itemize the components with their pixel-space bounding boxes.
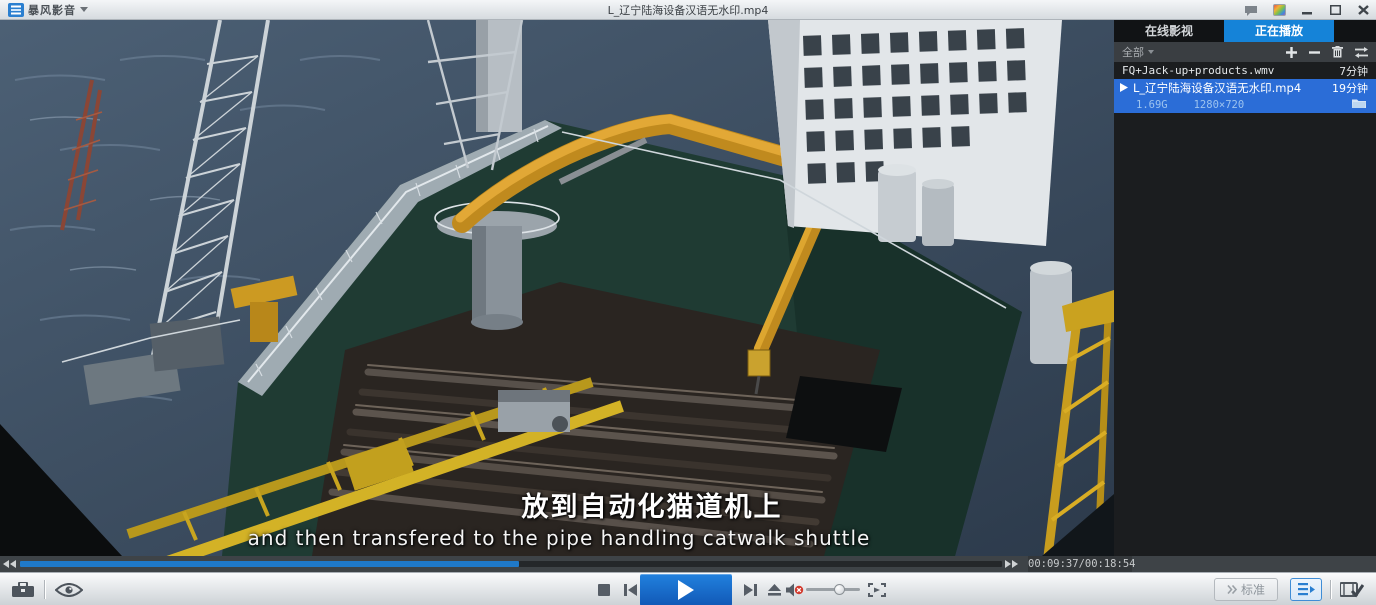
eye-mode-icon[interactable]: [52, 573, 86, 605]
titlebar: 暴风影音 L_辽宁陆海设备汉语无水印.mp4: [0, 0, 1376, 20]
playlist-sidebar: 在线影视 正在播放 全部: [1114, 20, 1376, 556]
window-title: L_辽宁陆海设备汉语无水印.mp4: [0, 2, 1376, 18]
time-display: 00:09:37/00:18:54: [1028, 556, 1132, 572]
sort-icon[interactable]: [1355, 47, 1368, 58]
app-name: 暴风影音: [28, 2, 76, 18]
app-logo-icon: [8, 3, 24, 17]
playlist-item-duration: 19分钟: [1332, 80, 1368, 96]
fast-forward-icon[interactable]: [1002, 560, 1020, 568]
next-button[interactable]: [738, 573, 762, 605]
playlist: FQ+Jack-up+products.wmv 7分钟 L_辽宁陆海设备汉语无水…: [1114, 62, 1376, 113]
remove-item-icon[interactable]: [1309, 47, 1320, 58]
feedback-icon[interactable]: [1242, 2, 1260, 18]
playlist-tools: [1286, 46, 1368, 58]
subtitle-english: and then transfered to the pipe handling…: [248, 526, 871, 550]
minimize-button[interactable]: [1298, 2, 1316, 18]
progress-row: 00:09:37/00:18:54: [0, 556, 1376, 572]
playlist-toolbar: 全部: [1114, 42, 1376, 62]
rewind-icon[interactable]: [0, 560, 18, 568]
now-playing-icon: [1120, 83, 1128, 92]
divider: [1330, 580, 1331, 599]
filter-dropdown[interactable]: 全部: [1122, 44, 1154, 60]
playlist-item-name: FQ+Jack-up+products.wmv: [1122, 64, 1274, 77]
skin-icon[interactable]: [1270, 2, 1288, 18]
mode-button[interactable]: 标准: [1214, 578, 1278, 601]
video-frame: [0, 20, 1114, 556]
media-check-icon[interactable]: [1336, 573, 1368, 605]
menu-caret-icon: [80, 7, 88, 12]
sidebar-tabs: 在线影视 正在播放: [1114, 20, 1376, 42]
divider: [44, 580, 45, 599]
filter-caret-icon: [1148, 50, 1154, 54]
close-button[interactable]: [1354, 2, 1372, 18]
playlist-item-current[interactable]: L_辽宁陆海设备汉语无水印.mp4 19分钟 1.69G 1280×720: [1114, 79, 1376, 113]
playlist-item-name: L_辽宁陆海设备汉语无水印.mp4: [1133, 80, 1301, 96]
volume-knob[interactable]: [834, 584, 845, 595]
play-button[interactable]: [640, 574, 732, 605]
app-menu-button[interactable]: 暴风影音: [0, 0, 96, 19]
volume-muted-icon[interactable]: [784, 573, 806, 605]
trash-icon[interactable]: [1332, 46, 1343, 58]
eject-button[interactable]: [762, 573, 786, 605]
playlist-item[interactable]: FQ+Jack-up+products.wmv 7分钟: [1114, 62, 1376, 79]
toolbox-icon[interactable]: [8, 573, 38, 605]
folder-icon[interactable]: [1352, 98, 1366, 111]
mode-button-label: 标准: [1241, 581, 1265, 598]
tab-online-movies[interactable]: 在线影视: [1114, 20, 1224, 42]
file-resolution: 1280×720: [1194, 99, 1245, 111]
progress-bar[interactable]: [20, 561, 1002, 567]
filter-label: 全部: [1122, 44, 1144, 60]
progress-fill: [20, 561, 519, 567]
playlist-toggle-button[interactable]: [1290, 578, 1322, 601]
video-area[interactable]: 放到自动化猫道机上 and then transfered to the pip…: [0, 20, 1114, 556]
maximize-button[interactable]: [1326, 2, 1344, 18]
stop-button[interactable]: [592, 573, 616, 605]
tab-now-playing[interactable]: 正在播放: [1224, 20, 1334, 42]
file-size: 1.69G: [1136, 99, 1168, 111]
application-window: 暴风影音 L_辽宁陆海设备汉语无水印.mp4: [0, 0, 1376, 605]
previous-button[interactable]: [618, 573, 642, 605]
window-controls: [1242, 0, 1372, 20]
play-icon: [678, 580, 694, 600]
playlist-item-duration: 7分钟: [1339, 63, 1368, 79]
fullscreen-icon[interactable]: [864, 573, 890, 605]
control-bar: 标准: [0, 572, 1376, 605]
chevrons-icon: [1227, 585, 1237, 594]
volume-slider[interactable]: [806, 588, 860, 591]
add-item-icon[interactable]: [1286, 47, 1297, 58]
subtitle-chinese: 放到自动化猫道机上: [522, 485, 783, 524]
